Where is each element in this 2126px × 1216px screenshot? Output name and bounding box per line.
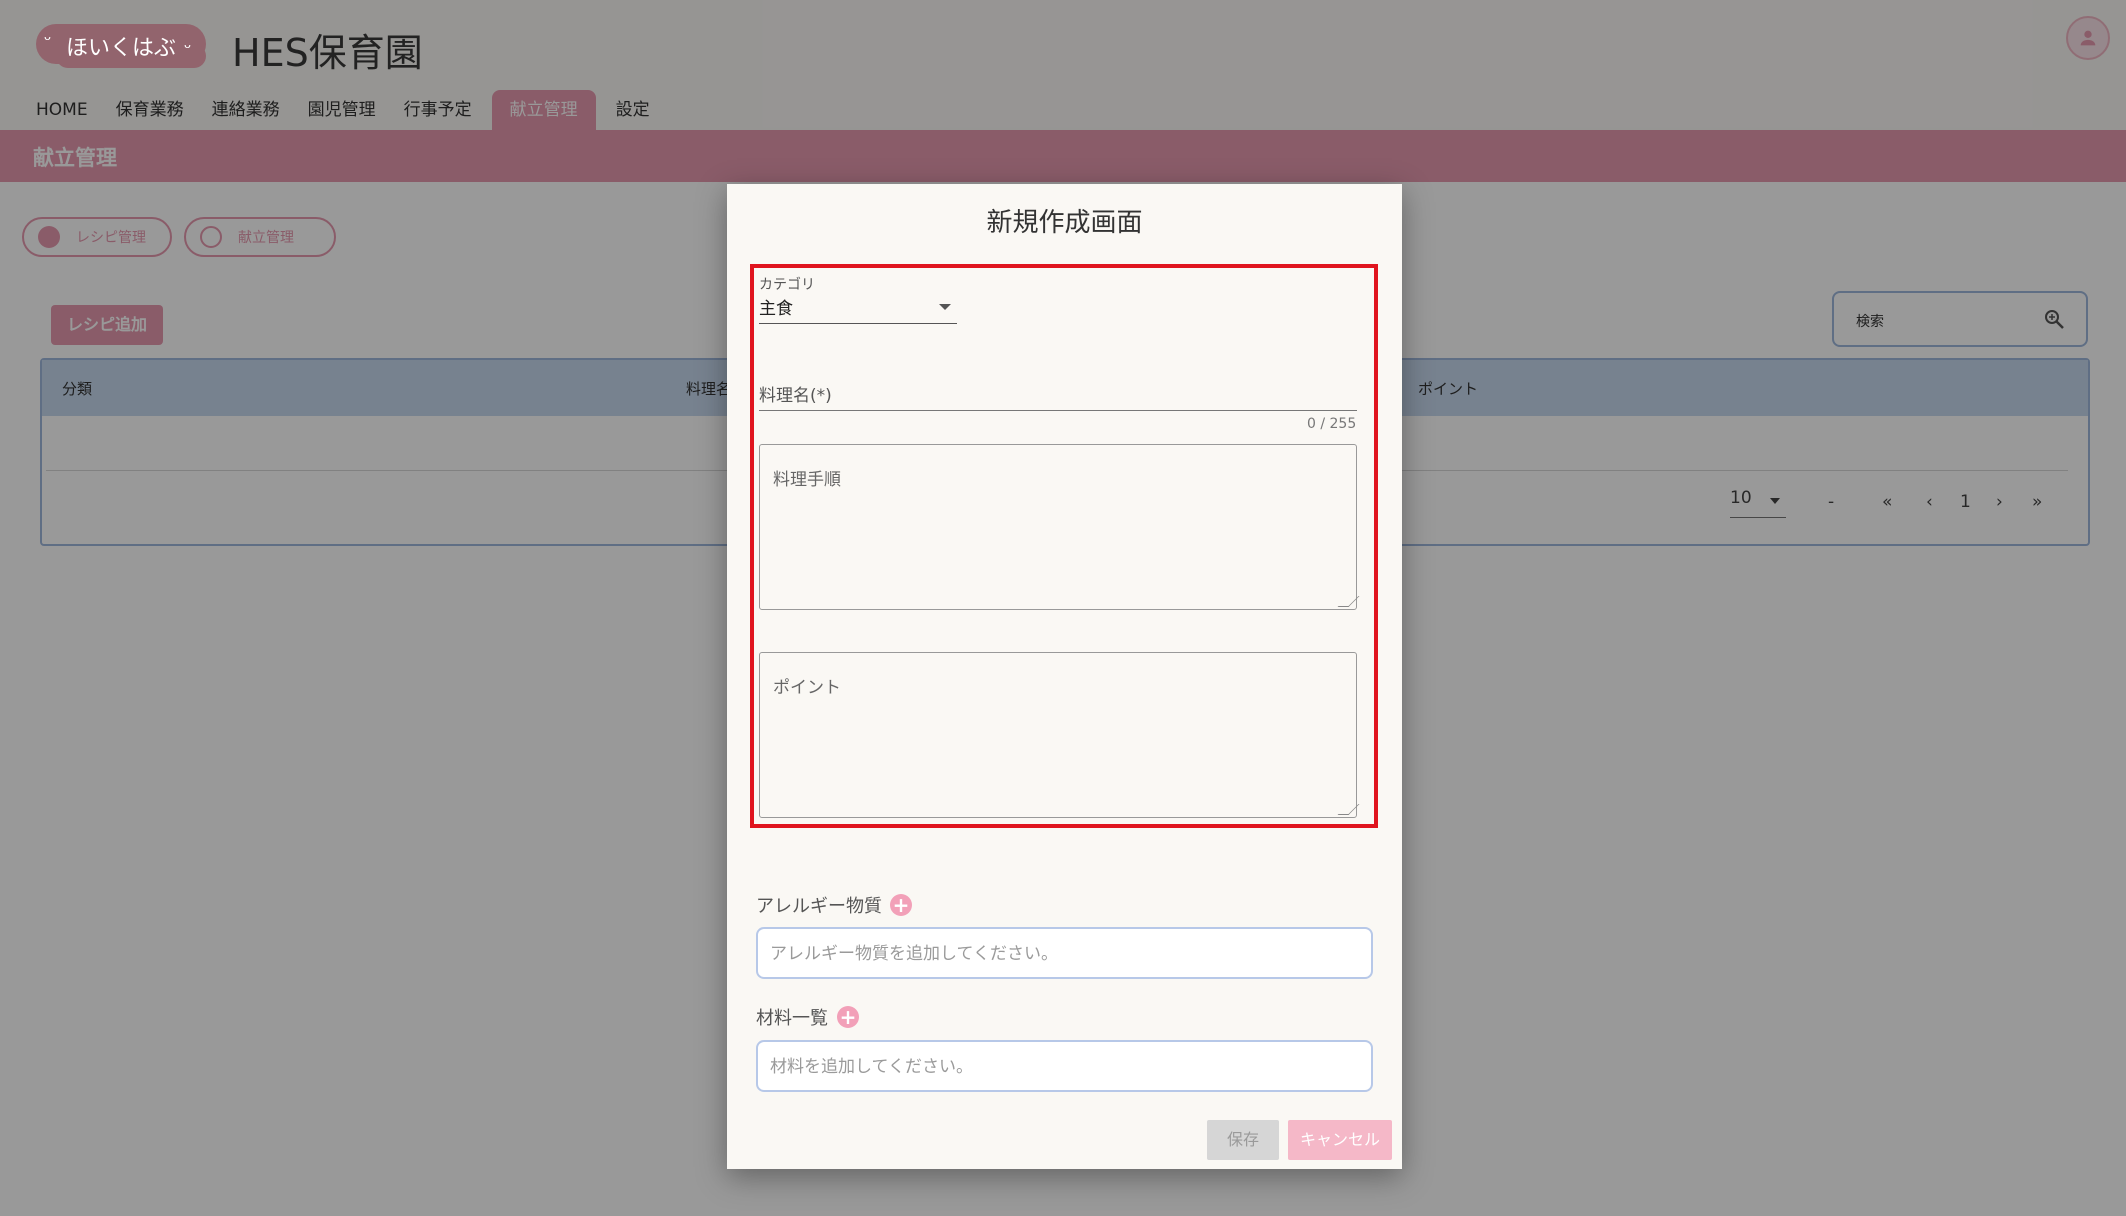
logo-smile-icon: ᵕ [184,38,192,59]
ingredients-input[interactable] [756,1040,1373,1092]
allergen-label: アレルギー物質 [756,896,882,917]
cooking-steps-placeholder: 料理手順 [773,470,841,490]
add-ingredient-icon[interactable]: + [837,1006,859,1028]
add-allergen-icon[interactable]: + [890,894,912,916]
point-placeholder: ポイント [773,678,841,698]
dish-name-label: 料理名(*) [759,386,832,406]
logo-smile-icon: ᵕ [44,30,52,51]
allergen-input[interactable] [756,927,1373,979]
cancel-button[interactable]: キャンセル [1288,1120,1392,1160]
dish-name-input[interactable] [759,410,1357,411]
dialog-title: 新規作成画面 [986,208,1143,238]
dish-name-counter: 0 / 255 [1307,416,1357,432]
allergen-input-field[interactable] [770,941,1360,967]
ingredients-input-field[interactable] [770,1054,1360,1080]
cooking-steps-textarea[interactable]: 料理手順 [759,444,1357,610]
chevron-down-icon [939,304,951,310]
ingredients-label: 材料一覧 [756,1008,828,1029]
point-textarea[interactable]: ポイント [759,652,1357,818]
save-button[interactable]: 保存 [1207,1120,1279,1160]
category-select[interactable]: 主食 [759,292,957,324]
logo-text: ほいくはぶ [66,36,177,61]
category-label: カテゴリ [759,277,815,293]
category-value: 主食 [759,299,793,319]
create-recipe-dialog: 新規作成画面 カテゴリ 主食 料理名(*) 0 / 255 料理手順 ポイント … [727,184,1402,1169]
